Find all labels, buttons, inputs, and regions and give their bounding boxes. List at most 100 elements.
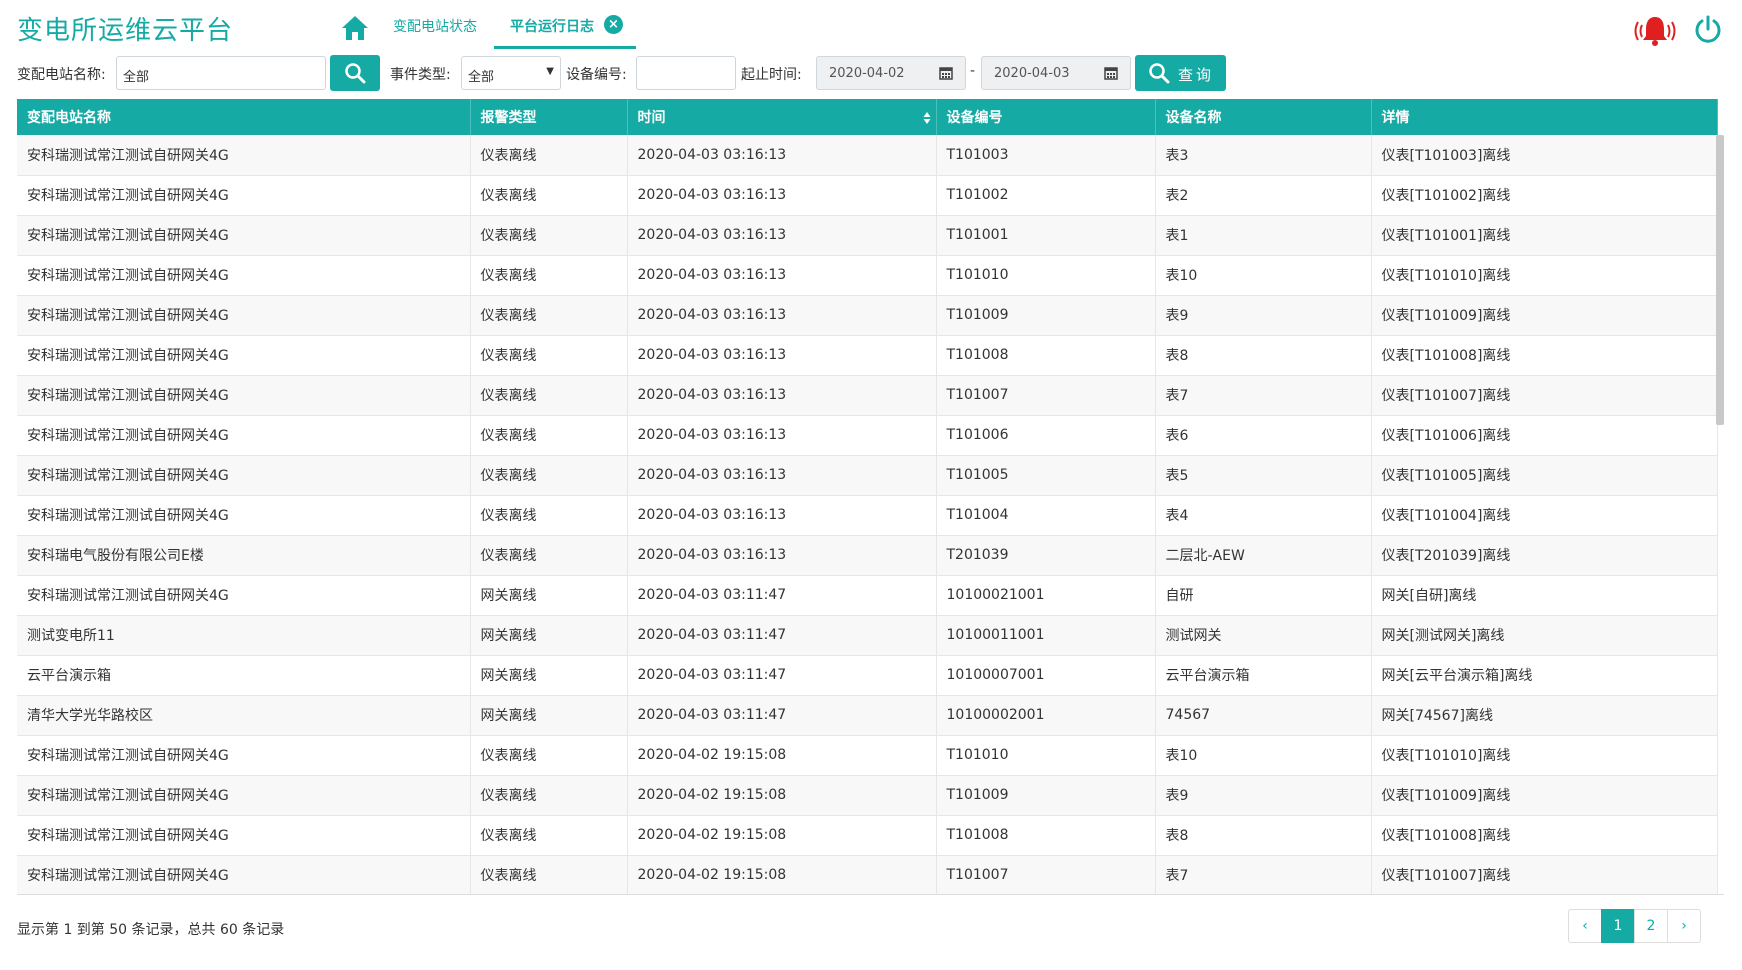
col-device-no[interactable]: 设备编号 — [936, 99, 1156, 135]
device-no-input[interactable] — [636, 56, 736, 90]
close-icon[interactable]: × — [604, 15, 623, 34]
bell-alarm-icon[interactable] — [1630, 14, 1680, 48]
table-row[interactable]: 安科瑞测试常江测试自研网关4G 仪表离线 2020-04-02 19:15:08 T1… — [17, 735, 1718, 776]
sort-icon[interactable] — [923, 111, 931, 125]
table-row[interactable]: 安科瑞测试常江测试自研网关4G 仪表离线 2020-04-03 03:16:13 T1… — [17, 175, 1718, 216]
search-icon — [345, 63, 366, 84]
cell-time: 2020-04-03 03:16:13 — [627, 375, 937, 416]
cell-device-name: 表10 — [1155, 735, 1372, 776]
next-page-button[interactable]: › — [1667, 909, 1701, 943]
table-row[interactable]: 安科瑞测试常江测试自研网关4G 仪表离线 2020-04-03 03:16:13 T1… — [17, 295, 1718, 336]
top-header: 变电所运维云平台 变配电站状态 平台运行日志 × — [0, 0, 1742, 52]
table-row[interactable]: 安科瑞测试常江测试自研网关4G 仪表离线 2020-04-03 03:16:13 T1… — [17, 135, 1718, 176]
query-button[interactable]: 查询 — [1135, 55, 1226, 91]
end-date-input[interactable]: 2020-04-03 — [981, 56, 1092, 90]
cell-time: 2020-04-03 03:11:47 — [627, 575, 937, 616]
cell-time: 2020-04-03 03:16:13 — [627, 455, 937, 496]
cell-device-name: 表7 — [1155, 375, 1372, 416]
cell-time: 2020-04-03 03:11:47 — [627, 615, 937, 656]
cell-device-name: 表7 — [1155, 855, 1372, 894]
power-icon[interactable] — [1693, 14, 1723, 46]
col-device-name[interactable]: 设备名称 — [1155, 99, 1372, 135]
table-row[interactable]: 安科瑞测试常江测试自研网关4G 仪表离线 2020-04-03 03:16:13 T1… — [17, 215, 1718, 256]
table-scrollbar[interactable] — [1716, 135, 1724, 425]
prev-page-button[interactable]: ‹ — [1568, 909, 1602, 943]
event-type-value: 全部 — [468, 70, 495, 85]
cell-station-name: 安科瑞测试常江测试自研网关4G — [17, 335, 471, 376]
pagination: ‹ 1 2 › — [1568, 909, 1701, 943]
cell-device-name: 表8 — [1155, 815, 1372, 856]
cell-device-name: 二层北-AEW — [1155, 535, 1372, 576]
col-time[interactable]: 时间 — [627, 99, 937, 135]
cell-time: 2020-04-03 03:11:47 — [627, 695, 937, 736]
cell-time: 2020-04-03 03:11:47 — [627, 655, 937, 696]
cell-device-no: 10100021001 — [936, 575, 1156, 616]
table-row[interactable]: 安科瑞测试常江测试自研网关4G 仪表离线 2020-04-03 03:16:13 T1… — [17, 455, 1718, 496]
cell-alarm-type: 仪表离线 — [470, 855, 628, 894]
end-date-calendar-button[interactable] — [1091, 56, 1131, 90]
table-row[interactable]: 安科瑞测试常江测试自研网关4G 仪表离线 2020-04-03 03:16:13 T1… — [17, 415, 1718, 456]
cell-detail: 仪表[T101002]离线 — [1371, 175, 1718, 216]
app-title: 变电所运维云平台 — [17, 16, 234, 46]
station-search-button[interactable] — [330, 55, 380, 91]
home-icon[interactable] — [340, 14, 370, 42]
cell-detail: 仪表[T101009]离线 — [1371, 775, 1718, 816]
cell-device-no: T101010 — [936, 735, 1156, 776]
station-name-input[interactable]: 全部 — [116, 56, 326, 90]
cell-detail: 仪表[T101009]离线 — [1371, 295, 1718, 336]
page-button-2[interactable]: 2 — [1634, 909, 1668, 943]
cell-time: 2020-04-03 03:16:13 — [627, 255, 937, 296]
cell-device-name: 表6 — [1155, 415, 1372, 456]
table-row[interactable]: 安科瑞测试常江测试自研网关4G 仪表离线 2020-04-02 19:15:08 T1… — [17, 815, 1718, 856]
table-row[interactable]: 安科瑞测试常江测试自研网关4G 网关离线 2020-04-03 03:11:47 10… — [17, 575, 1718, 616]
table-row[interactable]: 安科瑞测试常江测试自研网关4G 仪表离线 2020-04-02 19:15:08 T1… — [17, 855, 1718, 894]
cell-station-name: 安科瑞测试常江测试自研网关4G — [17, 415, 471, 456]
cell-time: 2020-04-03 03:16:13 — [627, 295, 937, 336]
tab-platform-log-label: 平台运行日志 — [510, 19, 594, 35]
cell-station-name: 安科瑞测试常江测试自研网关4G — [17, 575, 471, 616]
start-date-calendar-button[interactable] — [926, 56, 966, 90]
cell-device-name: 表4 — [1155, 495, 1372, 536]
cell-alarm-type: 网关离线 — [470, 615, 628, 656]
cell-device-name: 表9 — [1155, 295, 1372, 336]
cell-detail: 仪表[T101006]离线 — [1371, 415, 1718, 456]
col-station-name[interactable]: 变配电站名称 — [17, 99, 471, 135]
cell-station-name: 安科瑞测试常江测试自研网关4G — [17, 455, 471, 496]
cell-device-name: 云平台演示箱 — [1155, 655, 1372, 696]
table-row[interactable]: 安科瑞测试常江测试自研网关4G 仪表离线 2020-04-03 03:16:13 T1… — [17, 375, 1718, 416]
table-row[interactable]: 清华大学光华路校区 网关离线 2020-04-03 03:11:47 10100002… — [17, 695, 1718, 736]
filter-bar: 变配电站名称: 全部 事件类型: 全部 ▼ 设备编号: 起止时间: 2020-0… — [0, 54, 1742, 92]
col-alarm-type[interactable]: 报警类型 — [470, 99, 628, 135]
cell-device-name: 表10 — [1155, 255, 1372, 296]
table-row[interactable]: 安科瑞电气股份有限公司E楼 仪表离线 2020-04-03 03:16:13 T201… — [17, 535, 1718, 576]
cell-station-name: 安科瑞测试常江测试自研网关4G — [17, 135, 471, 176]
cell-detail: 网关[自研]离线 — [1371, 575, 1718, 616]
cell-station-name: 安科瑞测试常江测试自研网关4G — [17, 375, 471, 416]
cell-station-name: 安科瑞测试常江测试自研网关4G — [17, 215, 471, 256]
table-row[interactable]: 测试变电所11 网关离线 2020-04-03 03:11:47 1010001100… — [17, 615, 1718, 656]
table-row[interactable]: 云平台演示箱 网关离线 2020-04-03 03:11:47 10100007001… — [17, 655, 1718, 696]
cell-station-name: 安科瑞测试常江测试自研网关4G — [17, 815, 471, 856]
table-row[interactable]: 安科瑞测试常江测试自研网关4G 仪表离线 2020-04-03 03:16:13 T1… — [17, 255, 1718, 296]
tab-platform-log[interactable]: 平台运行日志 × — [494, 0, 636, 49]
col-detail[interactable]: 详情 — [1371, 99, 1718, 135]
start-date-input[interactable]: 2020-04-02 — [816, 56, 927, 90]
cell-device-name: 表2 — [1155, 175, 1372, 216]
cell-device-no: T101003 — [936, 135, 1156, 176]
cell-detail: 仪表[T101005]离线 — [1371, 455, 1718, 496]
event-type-select[interactable]: 全部 ▼ — [461, 56, 561, 90]
table-row[interactable]: 安科瑞测试常江测试自研网关4G 仪表离线 2020-04-02 19:15:08 T1… — [17, 775, 1718, 816]
cell-station-name: 云平台演示箱 — [17, 655, 471, 696]
table-row[interactable]: 安科瑞测试常江测试自研网关4G 仪表离线 2020-04-03 03:16:13 T1… — [17, 335, 1718, 376]
cell-alarm-type: 仪表离线 — [470, 535, 628, 576]
cell-device-no: T101009 — [936, 295, 1156, 336]
cell-alarm-type: 仪表离线 — [470, 375, 628, 416]
cell-time: 2020-04-02 19:15:08 — [627, 735, 937, 776]
table-row[interactable]: 安科瑞测试常江测试自研网关4G 仪表离线 2020-04-03 03:16:13 T1… — [17, 495, 1718, 536]
cell-device-name: 表1 — [1155, 215, 1372, 256]
page-button-1[interactable]: 1 — [1601, 909, 1635, 943]
cell-device-no: T201039 — [936, 535, 1156, 576]
cell-alarm-type: 网关离线 — [470, 575, 628, 616]
tab-station-status[interactable]: 变配电站状态 — [393, 16, 477, 36]
pagination-summary: 显示第 1 到第 50 条记录，总共 60 条记录 — [17, 922, 285, 938]
